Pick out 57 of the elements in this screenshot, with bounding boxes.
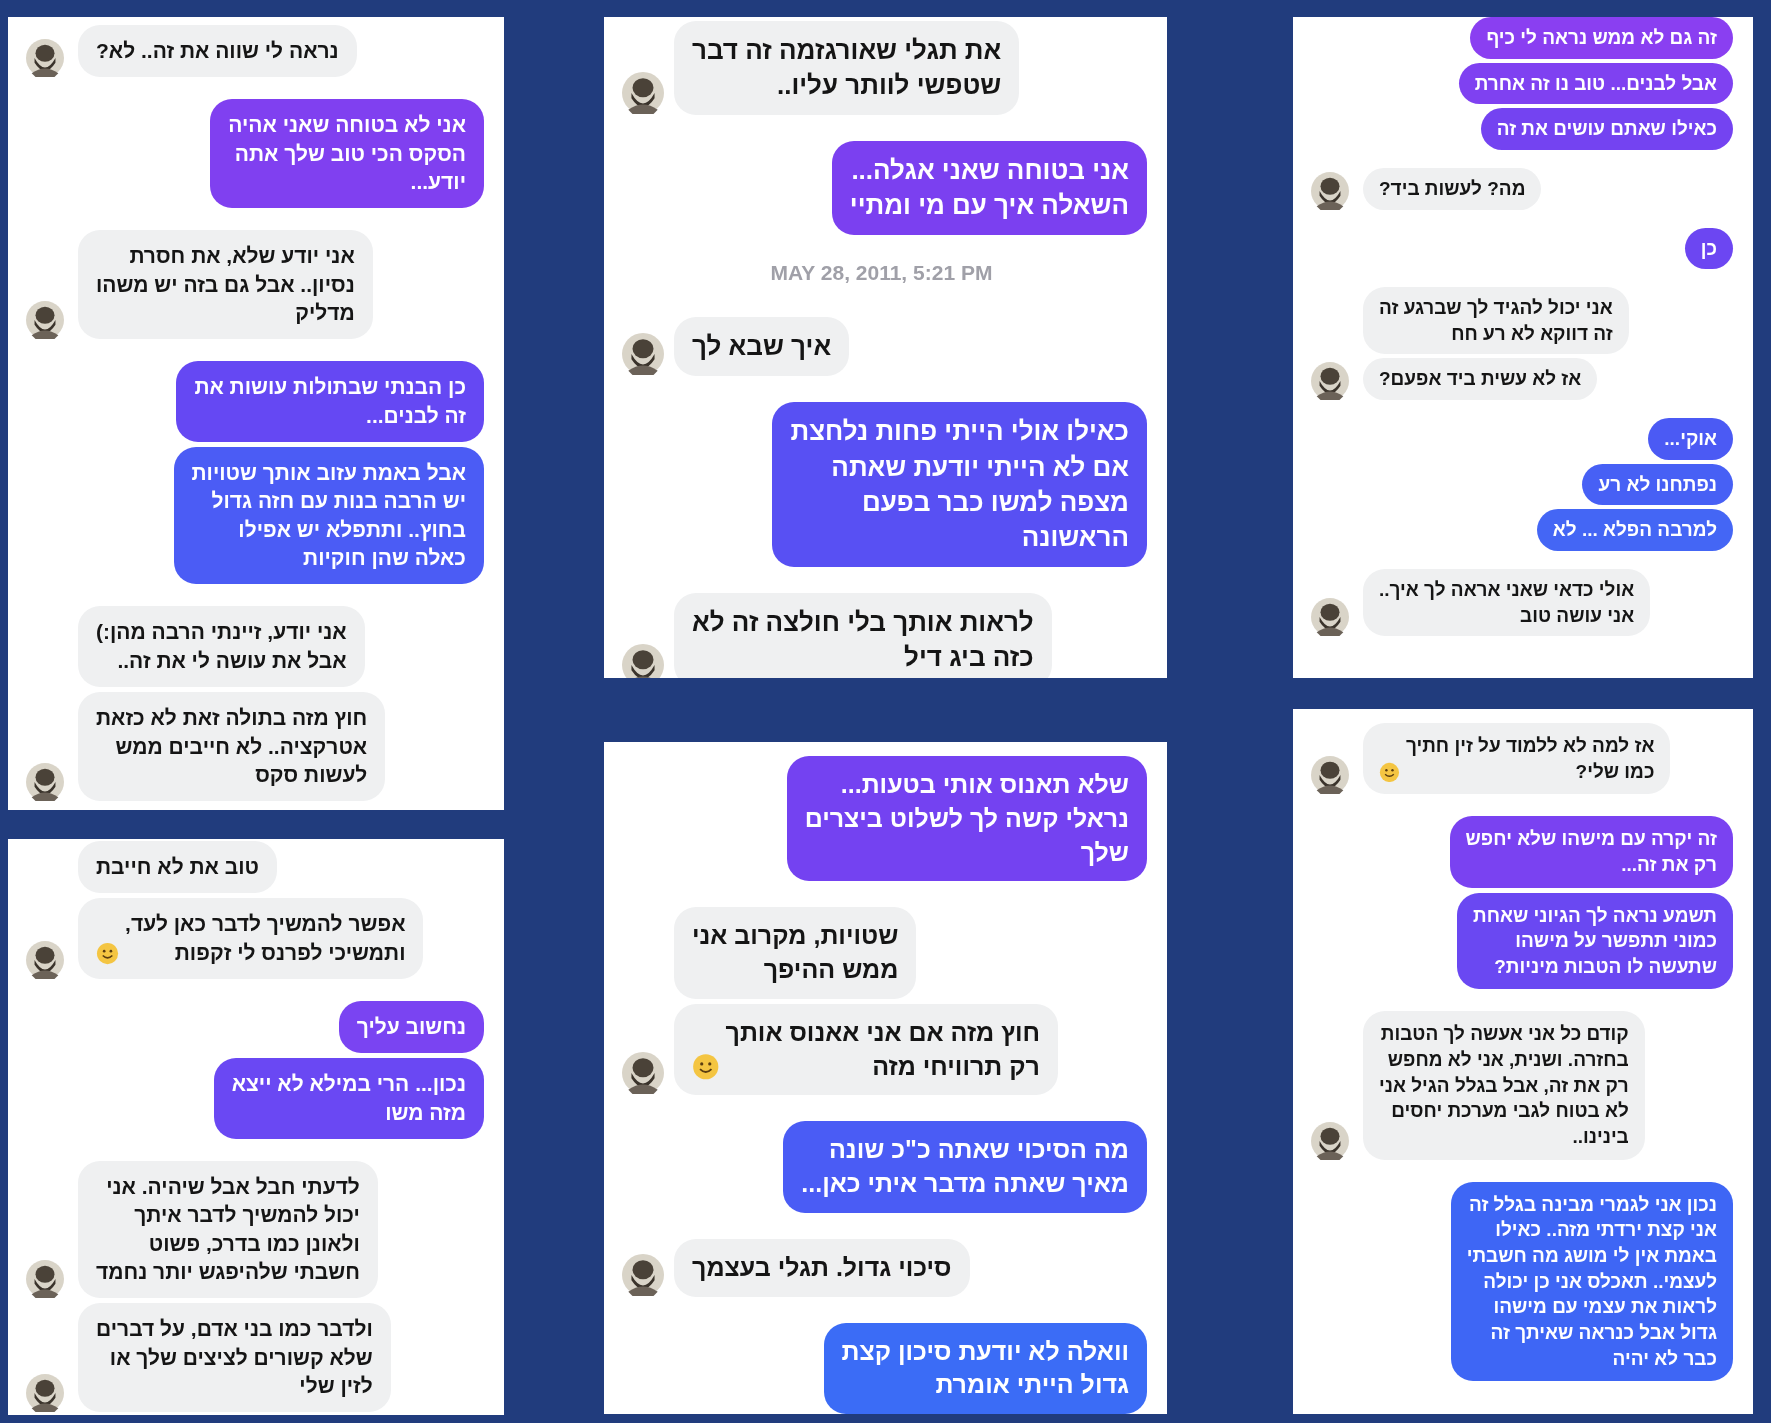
message-text: אז לא עשית ביד אפעם? [1379,367,1582,392]
message-text: איך שבא לך [692,330,832,364]
avatar-icon[interactable] [1311,362,1349,401]
message-text: טוב את לא חייבת [96,854,259,880]
message-text: כאילו שאתם עושים את זה [1496,117,1717,142]
message-text: אני לא בטוחה שאני אהיה הסקס הכי טוב שלך אתה יודע... [228,112,466,196]
message-text: את תגלי שאורגזמה זה דבר שטפשי לוותר עליו.. [692,34,1002,103]
message-text: חוץ מזה אם אני אאנוס אותך רק תרוויחי מזה [725,1016,1040,1082]
message-text: נראה לי שווה את זה.. לא? [96,38,339,64]
message-text: זה גם לא ממש נראה לי כיף [1486,26,1717,50]
message-text: כן הבנתי שבתולות עושות את זה לבנים... [194,374,466,429]
avatar-icon[interactable] [622,1051,664,1096]
avatar-icon[interactable] [1311,1121,1349,1160]
message-text: אני יודע, זיינתי הרבה מהן:) אבל את עושה לי את זה.. [96,619,347,674]
message-text: סיכוי גדול. תגלי בעצמך [692,1251,952,1283]
message-text: ולדבר כמו בני אדם, על דברים שלא קשורים לציצים שלך או לזין שלי [96,1316,373,1400]
message-text: אבל לבנים... טוב נו זה אחרת [1474,71,1717,96]
message-text: חוץ מזה בתולה זאת לא כזאת אטרקציה.. לא חייבים ממש לעשות סקס [96,705,368,788]
message-text: אני יודע שלא, את חסרת נסיון.. אבל גם בזה יש משהו מדליק [96,243,355,327]
message-text: כאילו אולי הייתי פחות נלחצת אם לא הייתי יודעת שאתה מצפה למשו כבר בפעם הראשונה [790,415,1129,554]
message-text: נחשוב עליך [356,1014,466,1041]
message-text: לראות אותך בלי חולצה זה לא כזה ביג דיל [692,605,1034,674]
message-text: אז למה לא ללמוד על זין חתיך כמו שלי? [1405,734,1655,784]
avatar-icon[interactable] [26,1374,64,1413]
message-text: נכון... הרי במילא לא ייצא מזה משו [231,1071,466,1126]
message-text: שטויות, מקרוב אני ממש ההיפך [692,920,899,985]
message-text: אני יכול להגיד לך שברגע זה זה דווקא לא רע חח [1379,296,1613,346]
message-text: נכון אני לגמרי מבינה בגלל זה אני קצת ירדתי מזה.. כאילו באמת אין לי מושג מה חשבתי לעצמי.. תאכלס אני כן יכולה לראות את עצמי עם מישהו גדול אבל כנראה שאיתך זה כבר לא יהיה [1466,1192,1717,1371]
avatar-icon[interactable] [26,763,64,802]
message-text: שלא תאנוס אותי בטעות... נראלי קשה לך לשלוט ביצרים שלך [804,769,1129,868]
avatar-icon[interactable] [622,1252,664,1297]
avatar-icon[interactable] [622,643,664,678]
message-text: תשמע נראה לך הגיוני שאחת כמוני תתפשר על מישהו שתעשה לו הטבות מיניות? [1473,903,1717,979]
avatar-icon[interactable] [26,941,64,980]
avatar-icon[interactable] [26,301,64,340]
message-text: קודם כל אני אעשה לך הטבות בחזרה. ושנית, אני לא מחפש רק את זה, אבל בגלל הגיל אני לא בטוח לגבי מערכת יחסים בינינו.. [1379,1022,1629,1150]
avatar-icon[interactable] [26,1260,64,1299]
message-text: אולי כדאי שאני אראה לך איך.. אני עושה טוב [1379,578,1635,628]
message-text: זה יקרה עם מישהו שלא יחפש רק את זה... [1465,827,1717,877]
message-text: אני בטוחה שאני אגלה... השאלה איך עם מי ומתיי [849,154,1129,223]
message-text: למרבה הפלא ... לא [1552,518,1717,543]
message-text: אפשר להמשיך לדבר כאן לעד, ותמשיכי לפרנס לי זקפות [125,911,406,966]
message-text: נפתחנו לא רע [1598,472,1717,497]
message-text: מה? לעשות ביד? [1379,176,1526,201]
message-text: כן [1700,236,1717,261]
avatar-icon[interactable] [1311,756,1349,795]
message-text: לדעתי חבל אבל שיהיה. אני יכול להמשיך לדבר איתך ולאונן כמו בדרכ, פשוט חשבתי שלהיפגש יותר נחמד [96,1174,360,1286]
message-text: מה הסיכוי שאתה כ"כ שונה מאיך שאתה מדבר איתי כאן... [801,1134,1129,1199]
avatar-icon[interactable] [1311,171,1349,210]
avatar-icon[interactable] [26,39,64,78]
avatar-icon[interactable] [622,71,664,116]
message-text: וואלה לא יודעת סיכון קצת גדול הייתי אומרת [841,1335,1129,1401]
timestamp: MAY 28, 2011, 5:21 PM [770,261,993,286]
avatar-icon[interactable] [1311,598,1349,637]
avatar-icon[interactable] [622,332,664,377]
message-text: אוקי... [1664,427,1717,452]
message-text: אבל באמת עזוב אותך שטויות יש הרבה בנות עם חזה גדול בחוץ.. ותתפלא יש אפילו כאלה שהן חוקיות [191,460,466,572]
